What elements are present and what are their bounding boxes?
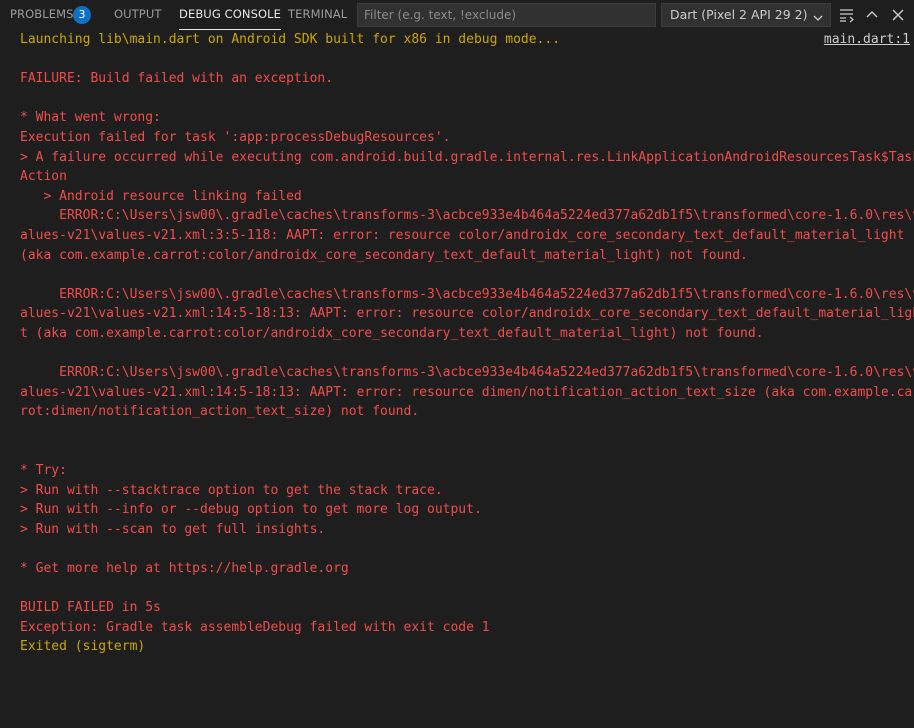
console-line: > Run with --stacktrace option to get th… [20,482,443,498]
tab-problems-label: PROBLEMS [10,7,74,21]
console-line: rot:dimen/notification_action_text_size)… [20,404,420,420]
console-line: Exited (sigterm) [20,639,146,655]
tab-problems[interactable]: PROBLEMS [10,0,74,30]
console-line: alues-v21\values-v21.xml:14:5-18:13: AAP… [20,384,914,400]
chevron-up-icon[interactable] [862,5,882,25]
problems-count-badge: 3 [73,6,91,24]
tab-terminal-label: TERMINAL [288,7,348,21]
console-line: Launching lib\main.dart on Android SDK b… [20,32,561,47]
close-icon[interactable] [888,5,908,25]
console-line: Action [20,169,67,185]
console-line: FAILURE: Build failed with an exception. [20,71,334,87]
console-line: alues-v21\values-v21.xml:3:5-118: AAPT: … [20,227,905,243]
console-line: ERROR:C:\Users\jsw00\.gradle\caches\tran… [20,365,914,381]
console-line: > Run with --info or --debug option to g… [20,502,482,518]
console-line: ERROR:C:\Users\jsw00\.gradle\caches\tran… [20,286,914,302]
chevron-down-icon [812,9,824,21]
console-line: t (aka com.example.carrot:color/androidx… [20,325,764,341]
filter-box [357,3,656,27]
console-line: > A failure occurred while executing com… [20,149,914,165]
debug-console-output: main.dart:1 Launching lib\main.dart on A… [20,30,914,657]
console-line: * Get more help at https://help.gradle.o… [20,561,349,577]
source-link[interactable]: main.dart:1 [824,30,910,50]
word-wrap-icon[interactable] [837,5,857,25]
tab-output-label: OUTPUT [114,7,162,21]
console-line: * Try: [20,463,67,479]
tab-debug-console-label: DEBUG CONSOLE [179,7,282,21]
console-line: > Run with --scan to get full insights. [20,521,326,537]
tab-debug-console[interactable]: DEBUG CONSOLE [179,0,282,30]
console-line: (aka com.example.carrot:color/androidx_c… [20,247,748,263]
debug-session-select[interactable]: Dart (Pixel 2 API 29 2) [661,3,831,27]
tab-terminal[interactable]: TERMINAL [288,0,347,30]
console-line: > Android resource linking failed [20,188,302,204]
console-line: alues-v21\values-v21.xml:14:5-18:13: AAP… [20,306,914,322]
filter-input[interactable] [358,4,655,26]
tab-output[interactable]: OUTPUT [114,0,161,30]
debug-session-label: Dart (Pixel 2 API 29 2) [670,7,808,22]
console-line: BUILD FAILED in 5s [20,600,161,616]
console-line: Execution failed for task ':app:processD… [20,129,451,145]
console-line: ERROR:C:\Users\jsw00\.gradle\caches\tran… [20,208,914,224]
panel-header: PROBLEMS 3 OUTPUT DEBUG CONSOLE TERMINAL… [0,0,914,30]
console-line: Exception: Gradle task assembleDebug fai… [20,619,490,635]
console-line: * What went wrong: [20,110,161,126]
